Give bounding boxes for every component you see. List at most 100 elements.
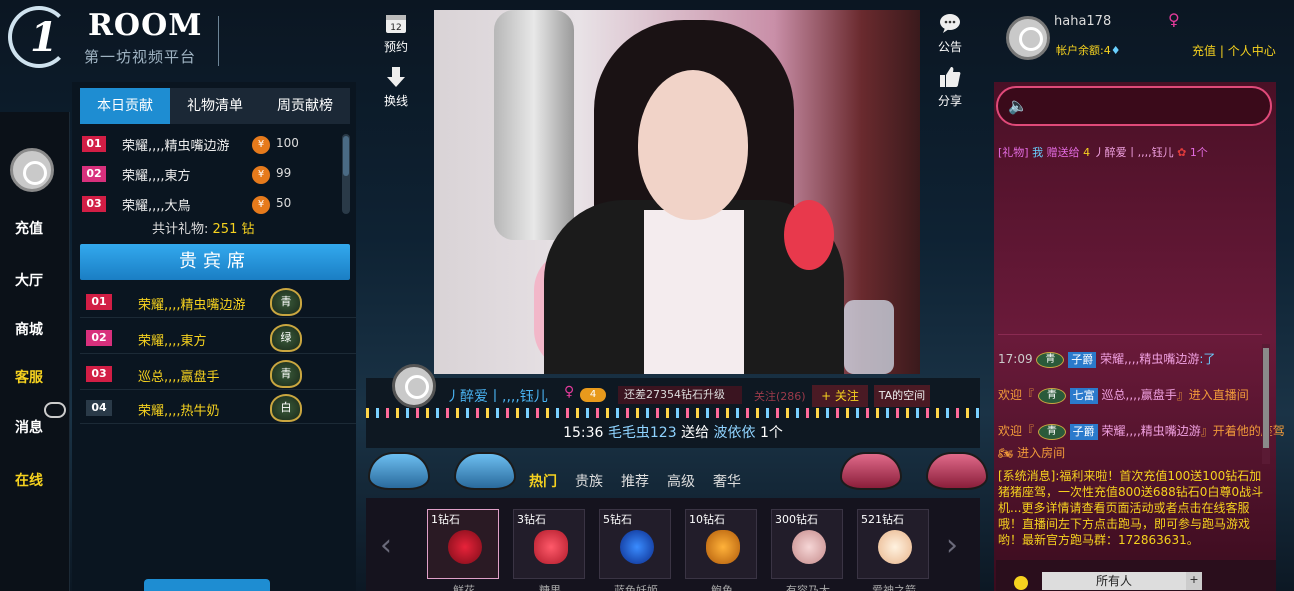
rose-icon (448, 530, 482, 564)
gift-name: 鲜花 (453, 584, 475, 591)
gift-tab-luxury[interactable]: 奢华 (704, 468, 750, 498)
link-divider: | (1219, 44, 1224, 58)
gift-total-label: 共计礼物: (152, 222, 209, 237)
thumbs-up-icon (940, 67, 961, 87)
chat-prefix: 17:09 (998, 352, 1033, 366)
race-button[interactable] (144, 579, 270, 591)
share-label: 分享 (937, 94, 962, 108)
recipient-select[interactable]: 所有人 (1042, 572, 1186, 590)
vip-name[interactable]: 荣耀,,,,热牛奶 (138, 400, 220, 419)
seat-icon[interactable] (368, 452, 430, 490)
tab-gift-list[interactable]: 礼物清单 (170, 88, 260, 124)
nav-hall[interactable]: 大厅 (0, 270, 58, 290)
gift-tab-advanced[interactable]: 高级 (658, 468, 704, 498)
video-shirt (644, 210, 744, 374)
streamer-bar: 丿醉爱丨,,,,钰儿 ♀ 4 还差27354钻石升级 关注(286) + 关注 … (366, 364, 980, 448)
switch-line-button[interactable]: 换线 (366, 66, 426, 109)
tab-weekly-ranking[interactable]: 周贡献榜 (260, 88, 350, 124)
chat-suffix: 』进入直播间 (1176, 388, 1249, 402)
vip-name[interactable]: 巡总,,,,赢盘手 (138, 366, 220, 385)
follow-button[interactable]: + 关注 (812, 385, 868, 407)
vip-rank: 02 (86, 330, 112, 346)
streamer-avatar-icon[interactable] (392, 364, 436, 408)
gift-message: [礼物] 我 赠送给 4 丿醉爱丨,,,,钰儿 ✿ 1个 (998, 144, 1208, 160)
recharge-link[interactable]: 充值 (1192, 44, 1216, 58)
seat-icon[interactable] (840, 452, 902, 490)
emoji-icon[interactable] (1014, 576, 1028, 590)
contribution-tabs: 本日贡献 礼物清单 周贡献榜 (80, 88, 350, 124)
rank-name[interactable]: 荣耀,,,,精虫嘴边游 (122, 135, 230, 154)
nav-recharge[interactable]: 充值 (0, 218, 58, 238)
chat-badge-icon: 青 (1037, 423, 1066, 440)
chat-username[interactable]: 荣耀,,,,精虫嘴边游 (1100, 352, 1199, 366)
broadcast-bar[interactable]: 🔈 (996, 86, 1272, 126)
ticker-sender: 毛毛虫123 (607, 425, 677, 441)
user-center-link[interactable]: 个人中心 (1228, 44, 1276, 58)
contribution-scrollbar[interactable] (342, 134, 350, 214)
gift-item[interactable]: 521钻石 爱神之箭 (857, 509, 929, 591)
tab-daily-contribution[interactable]: 本日贡献 (80, 88, 170, 124)
vip-rank: 04 (86, 400, 112, 416)
balance-value: 4 (1103, 44, 1111, 57)
chat-scrollbar[interactable] (1262, 344, 1270, 464)
nav-messages[interactable]: 消息 (0, 417, 58, 437)
chat-suffix: 』开着他的座驾 (1200, 424, 1285, 438)
message-bubble-icon[interactable] (44, 402, 66, 418)
site-logo[interactable]: 1 ROOM 第一坊视频平台 (8, 6, 238, 72)
vip-row[interactable]: 04 荣耀,,,,热牛奶 白 (80, 394, 356, 424)
gift-item[interactable]: 3钻石 糖果 (513, 509, 585, 591)
vip-badge-icon: 白 (270, 394, 302, 422)
chat-username[interactable]: 荣耀,,,,精虫嘴边游 (1102, 424, 1201, 438)
rose-icon: ✿ (1177, 146, 1187, 159)
vip-name[interactable]: 荣耀,,,,東方 (138, 330, 207, 349)
gift-tab-recommend[interactable]: 推荐 (612, 468, 658, 498)
nav-online[interactable]: 在线 (0, 470, 58, 490)
gift-item[interactable]: 1钻石 鲜花 (427, 509, 499, 591)
streamer-space-button[interactable]: TA的空间 (874, 385, 930, 407)
rank-name[interactable]: 荣耀,,,,大鳥 (122, 195, 191, 214)
chevron-left-icon[interactable]: ‹ (380, 528, 392, 563)
chevron-right-icon[interactable]: › (946, 528, 958, 563)
share-button[interactable]: 分享 (920, 66, 980, 109)
gift-item[interactable]: 300钻石 有容乃大 (771, 509, 843, 591)
vip-name[interactable]: 荣耀,,,,精虫嘴边游 (138, 294, 246, 313)
rank-number: 02 (82, 166, 106, 182)
rank-name[interactable]: 荣耀,,,,東方 (122, 165, 191, 184)
chat-rank-tag: 七富 (1069, 387, 1098, 404)
cupid-icon (878, 530, 912, 564)
vip-badge-icon: 绿 (270, 324, 302, 352)
seat-icon[interactable] (454, 452, 516, 490)
vip-row[interactable]: 03 巡总,,,,赢盘手 青 (80, 360, 356, 390)
streamer-name[interactable]: 丿醉爱丨,,,,钰儿 (446, 386, 548, 406)
gift-tab-noble[interactable]: 贵族 (566, 468, 612, 498)
gift-item[interactable]: 10钻石 鲍鱼 (685, 509, 757, 591)
gift-item[interactable]: 5钻石 蓝色妖姬 (599, 509, 671, 591)
ticker-verb: 送给 (681, 425, 710, 441)
gift-name: 爱神之箭 (872, 584, 916, 591)
gift-total: 共计礼物: 251 钻 (152, 218, 254, 237)
gift-price: 5钻石 (603, 513, 632, 526)
seat-icon[interactable] (926, 452, 988, 490)
nav-service[interactable]: 客服 (0, 367, 58, 387)
my-avatar-icon[interactable] (1006, 16, 1050, 60)
live-video[interactable] (434, 10, 920, 374)
vip-row[interactable]: 01 荣耀,,,,精虫嘴边游 青 (80, 288, 356, 318)
chat-input-bar: 所有人 + (996, 560, 1276, 591)
nav-mall[interactable]: 商城 (0, 319, 58, 339)
logo-name: ROOM (88, 8, 203, 43)
rank-value: 100 (276, 136, 299, 150)
reserve-button[interactable]: 12 预约 (366, 12, 426, 55)
vip-row[interactable]: 02 荣耀,,,,東方 绿 (80, 324, 356, 354)
follower-count: 关注(286) (754, 390, 806, 403)
stream-toolbar-left: 12 预约 换线 (366, 0, 434, 130)
system-message: [系统消息]:福利来啦！首次充值100送100钻石加猪猪座驾，一次性充值800送… (998, 469, 1264, 547)
rank-value: 99 (276, 166, 292, 180)
gift-total-value: 251 钻 (212, 222, 255, 237)
gift-target[interactable]: 丿醉爱丨,,,,钰儿 (1094, 146, 1174, 159)
user-avatar-icon[interactable] (10, 148, 54, 192)
chat-username[interactable]: 巡总,,,,赢盘手 (1102, 388, 1177, 402)
recipient-plus-button[interactable]: + (1186, 572, 1202, 590)
gift-tab-hot[interactable]: 热门 (520, 468, 566, 498)
notice-button[interactable]: 公告 (920, 12, 980, 55)
chat-prefix: 欢迎『 (998, 388, 1035, 402)
